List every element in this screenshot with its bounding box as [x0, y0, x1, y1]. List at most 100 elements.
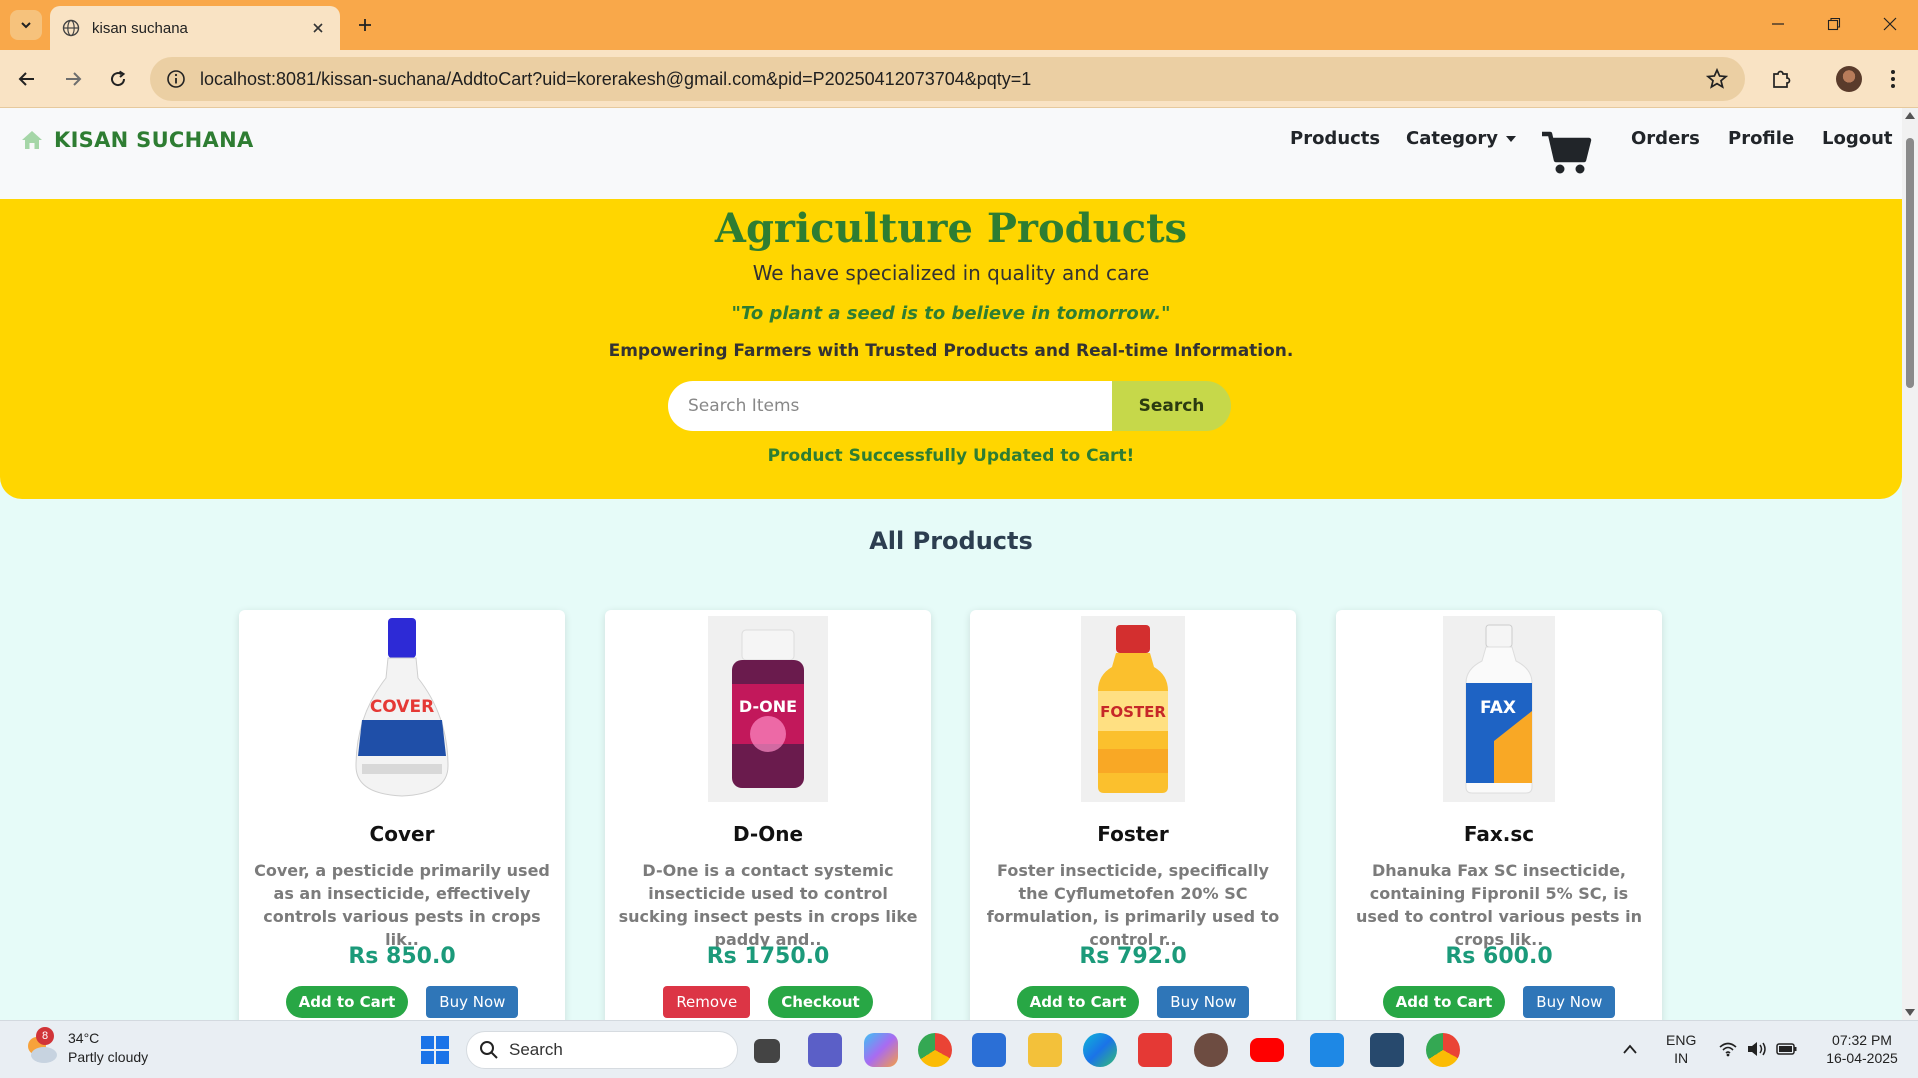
- weather-icon: 8: [22, 1027, 60, 1067]
- remove-button[interactable]: Remove: [663, 986, 751, 1018]
- buy-now-button[interactable]: Buy Now: [426, 986, 519, 1018]
- chrome-icon[interactable]: [918, 1033, 952, 1067]
- caret-down-icon: [1506, 136, 1517, 142]
- weather-widget[interactable]: 8 34°C Partly cloudy: [22, 1027, 149, 1067]
- battery-icon[interactable]: [1776, 1042, 1798, 1056]
- clock[interactable]: 07:32 PM 16-04-2025: [1818, 1031, 1906, 1067]
- add-to-cart-button[interactable]: Add to Cart: [285, 986, 409, 1018]
- search-input[interactable]: [668, 381, 1112, 431]
- nav-orders-link[interactable]: Orders: [1631, 128, 1700, 149]
- region-code: IN: [1674, 1050, 1689, 1066]
- back-button[interactable]: [12, 64, 42, 94]
- wifi-icon[interactable]: [1718, 1041, 1738, 1057]
- cart-success-message: Product Successfully Updated to Cart!: [767, 446, 1135, 466]
- checkout-button[interactable]: Checkout: [768, 986, 873, 1018]
- restore-icon: [1827, 17, 1841, 31]
- url-text: localhost:8081/kissan-suchana/AddtoCart?…: [200, 68, 1032, 89]
- buy-now-button[interactable]: Buy Now: [1523, 986, 1616, 1018]
- browser-menu-button[interactable]: [1878, 64, 1908, 94]
- tab-search-button[interactable]: [10, 10, 42, 40]
- volume-icon[interactable]: [1746, 1040, 1768, 1058]
- nav-category-dropdown[interactable]: Category: [1406, 128, 1517, 149]
- nav-products-link[interactable]: Products: [1290, 128, 1380, 149]
- taskbar-search[interactable]: Search: [466, 1031, 738, 1069]
- section-title: All Products: [869, 527, 1033, 555]
- buy-now-button[interactable]: Buy Now: [1157, 986, 1250, 1018]
- page-scrollbar[interactable]: [1902, 108, 1918, 1020]
- home-icon: [22, 131, 42, 149]
- scroll-up-icon[interactable]: [1905, 112, 1915, 119]
- youtube-icon[interactable]: [1250, 1038, 1284, 1062]
- taskbar-search-label: Search: [509, 1040, 563, 1059]
- product-actions: Remove Checkout: [605, 986, 931, 1018]
- product-price: Rs 792.0: [1079, 944, 1187, 969]
- product-description: Dhanuka Fax SC insecticide, containing F…: [1356, 861, 1642, 949]
- address-bar[interactable]: localhost:8081/kissan-suchana/AddtoCart?…: [150, 57, 1745, 101]
- shopping-cart-icon[interactable]: [1540, 128, 1592, 176]
- scroll-down-icon[interactable]: [1905, 1009, 1915, 1016]
- site-info-icon[interactable]: [164, 67, 188, 91]
- chevron-up-icon[interactable]: [1622, 1043, 1638, 1055]
- product-description: Foster insecticide, specifically the Cyf…: [986, 861, 1280, 949]
- profile-avatar-button[interactable]: [1834, 64, 1864, 94]
- vscode-icon[interactable]: [1310, 1033, 1344, 1067]
- teams-icon[interactable]: [808, 1033, 842, 1067]
- restore-button[interactable]: [1814, 8, 1854, 40]
- foster-label-text: FOSTER: [1100, 703, 1166, 721]
- hero-subtitle: We have specialized in quality and care: [752, 261, 1150, 285]
- new-tab-button[interactable]: [352, 12, 378, 38]
- cover-bottle-image: COVER: [355, 618, 449, 797]
- brand-link[interactable]: KISAN SUCHANA: [20, 128, 254, 152]
- product-image: FOSTER: [1081, 616, 1185, 802]
- product-actions: Add to Cart Buy Now: [1336, 986, 1662, 1018]
- arrow-left-icon: [18, 72, 34, 86]
- weather-condition: Partly cloudy: [68, 1049, 149, 1065]
- chrome-profile-icon[interactable]: [1426, 1033, 1460, 1067]
- brand-name: KISAN SUCHANA: [54, 128, 254, 152]
- page-viewport: KISAN SUCHANA Products Category Orders P…: [0, 108, 1902, 1020]
- product-card: COVER Cover Cover, a pesticide primarily…: [239, 610, 565, 1020]
- product-image: FAX: [1443, 616, 1555, 802]
- edge-icon[interactable]: [1083, 1033, 1117, 1067]
- fax-bottle-image: FAX: [1465, 624, 1533, 794]
- add-to-cart-button[interactable]: Add to Cart: [1016, 986, 1140, 1018]
- app-icon[interactable]: [1194, 1033, 1228, 1067]
- store-icon[interactable]: [972, 1033, 1006, 1067]
- globe-icon: [62, 19, 80, 37]
- weather-badge: 8: [36, 1027, 54, 1045]
- clock-time: 07:32 PM: [1832, 1032, 1892, 1048]
- product-price: Rs 1750.0: [706, 944, 830, 969]
- add-to-cart-button[interactable]: Add to Cart: [1382, 986, 1506, 1018]
- language-indicator[interactable]: ENG IN: [1666, 1031, 1696, 1067]
- bookmark-star-icon[interactable]: [1705, 67, 1729, 91]
- fax-label-text: FAX: [1480, 698, 1516, 718]
- browser-tab[interactable]: kisan suchana: [50, 6, 340, 50]
- extensions-button[interactable]: [1766, 64, 1796, 94]
- close-icon: [1883, 17, 1897, 31]
- product-image: COVER: [352, 616, 452, 802]
- product-actions: Add to Cart Buy Now: [970, 986, 1296, 1018]
- product-description: Cover, a pesticide primarily used as an …: [254, 861, 550, 949]
- product-name: D-One: [732, 822, 804, 846]
- search-icon: [480, 1041, 498, 1059]
- nav-category-label: Category: [1406, 128, 1499, 149]
- product-card: FAX Fax.sc Dhanuka Fax SC insecticide, c…: [1336, 610, 1662, 1020]
- task-view-icon[interactable]: [754, 1039, 780, 1063]
- browser-toolbar: localhost:8081/kissan-suchana/AddtoCart?…: [0, 50, 1918, 108]
- product-name: Foster: [1097, 822, 1169, 846]
- file-explorer-icon[interactable]: [1028, 1033, 1062, 1067]
- done-label-text: D-ONE: [739, 697, 797, 716]
- nav-profile-link[interactable]: Profile: [1728, 128, 1794, 149]
- minimize-button[interactable]: [1758, 8, 1798, 40]
- close-tab-icon[interactable]: [308, 18, 328, 38]
- forward-button[interactable]: [58, 64, 88, 94]
- close-window-button[interactable]: [1870, 8, 1910, 40]
- copilot-icon[interactable]: [864, 1033, 898, 1067]
- nav-logout-link[interactable]: Logout: [1822, 128, 1893, 149]
- sql-developer-icon[interactable]: [1370, 1033, 1404, 1067]
- search-button[interactable]: Search: [1112, 381, 1231, 431]
- wps-icon[interactable]: [1138, 1033, 1172, 1067]
- windows-start-icon[interactable]: [418, 1033, 452, 1067]
- reload-button[interactable]: [103, 64, 133, 94]
- scrollbar-thumb[interactable]: [1906, 138, 1914, 388]
